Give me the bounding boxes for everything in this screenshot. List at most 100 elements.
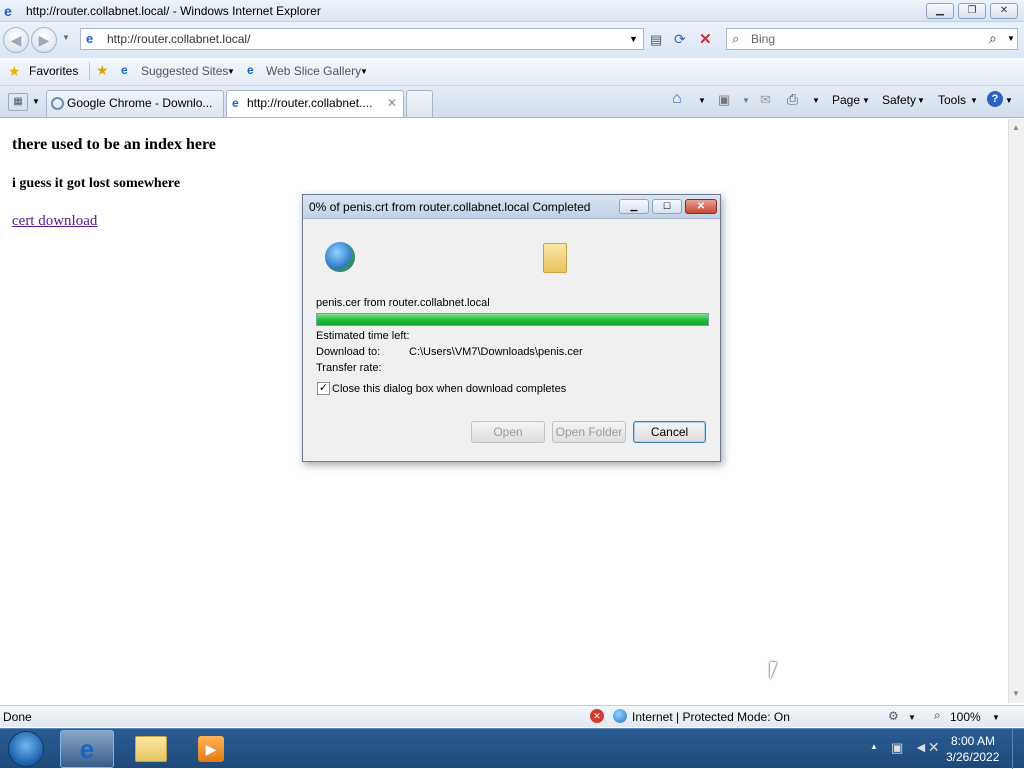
minimize-button[interactable]: ▁ [926,3,954,19]
clock-time[interactable]: 8:00 AM [951,734,995,748]
stop-icon[interactable]: ✕ [699,30,712,48]
search-box[interactable]: ⌕ Bing ⌕ ▼ [726,28,1018,50]
address-dropdown-icon[interactable]: ▼ [629,34,638,44]
restore-button[interactable]: ❐ [958,3,986,19]
refresh-icon[interactable]: ⟳ [674,31,686,48]
scroll-down-icon[interactable]: ▼ [1012,689,1020,698]
forward-button[interactable]: ▶ [31,27,57,53]
progress-fill [317,314,708,325]
page-heading: there used to be an index here [12,136,216,153]
download-source: penis.cer from router.collabnet.local [316,297,490,309]
navigation-bar: ◀ ▶ ▼ e http://router.collabnet.local/ ▼… [0,22,1024,58]
close-tab-icon[interactable]: ✕ [387,91,397,115]
close-when-complete-label: Close this dialog box when download comp… [332,383,567,395]
chevron-down-icon[interactable]: ▼ [227,67,235,76]
safety-menu[interactable]: Safety [882,93,916,107]
taskbar: e ▶ ▲ ▣ ◄✕ 8:00 AM 3/26/2022 [0,728,1024,769]
start-button[interactable] [8,731,44,767]
dialog-maximize-button[interactable]: ☐ [652,199,682,214]
show-hidden-icons-icon[interactable]: ▲ [870,742,878,751]
cert-download-link[interactable]: cert download [12,213,97,230]
clock-date[interactable]: 3/26/2022 [946,750,999,764]
dialog-title: 0% of penis.crt from router.collabnet.lo… [309,200,591,214]
chevron-down-icon: ▼ [917,96,925,105]
dialog-minimize-button[interactable]: ▁ [619,199,649,214]
address-input[interactable]: http://router.collabnet.local/ [107,32,250,46]
chevron-down-icon[interactable]: ▼ [908,713,916,722]
search-input[interactable]: Bing [751,32,775,46]
divider [89,62,90,80]
add-to-favorites-icon[interactable]: ★ [96,62,109,79]
favorites-button[interactable]: Favorites [29,64,78,78]
open-folder-button[interactable]: Open Folder [552,421,626,443]
taskbar-media-player-icon[interactable]: ▶ [198,736,224,762]
download-dialog: 0% of penis.crt from router.collabnet.lo… [302,194,721,462]
ie-logo-icon: e [4,3,12,19]
print-icon[interactable]: ⎙ [787,91,798,108]
chevron-down-icon: ▼ [970,96,978,105]
window-titlebar: e http://router.collabnet.local/ - Windo… [0,0,1024,22]
status-bar: Done ✕ Internet | Protected Mode: On ⚙ ▼… [0,705,1024,727]
volume-muted-icon[interactable]: ◄✕ [914,739,940,756]
feeds-icon[interactable]: ▣ [718,92,730,108]
search-icon[interactable]: ⌕ [989,30,997,47]
mouse-cursor-icon [770,662,784,680]
help-dropdown-icon[interactable]: ▼ [1005,96,1013,105]
cancel-button[interactable]: Cancel [633,421,706,443]
zoom-dropdown-icon[interactable]: ▼ [992,713,1000,722]
status-text: Done [3,710,32,724]
tab-list-dropdown-icon[interactable]: ▼ [32,97,40,106]
back-button[interactable]: ◀ [3,27,29,53]
search-provider-icon: ⌕ [732,31,740,46]
open-button[interactable]: Open [471,421,545,443]
search-options-icon[interactable]: ▼ [1007,34,1015,43]
download-to-label: Download to: [316,346,381,358]
network-icon[interactable]: ▣ [891,740,903,756]
taskbar-explorer-icon[interactable] [135,736,167,762]
transfer-rate-label: Transfer rate: [316,362,382,374]
zoom-level[interactable]: 100% [950,710,981,724]
tab-label: http://router.collabnet.... [247,96,373,110]
tab-google-chrome[interactable]: Google Chrome - Downlo... [46,90,224,117]
show-desktop-button[interactable] [1012,729,1024,769]
tab-label: Google Chrome - Downlo... [67,96,213,110]
zoom-icon: ⌕ [934,708,941,722]
internet-zone-icon [613,709,627,723]
home-icon[interactable]: ⌂ [672,90,682,108]
web-slice-gallery-link[interactable]: Web Slice Gallery [266,64,361,78]
chevron-down-icon: ▼ [862,96,870,105]
tab-router-collabnet[interactable]: e http://router.collabnet.... ✕ [226,90,404,117]
address-bar[interactable]: e http://router.collabnet.local/ ▼ [80,28,644,50]
web-slice-icon: e [247,63,254,77]
taskbar-ie-icon[interactable]: e [60,730,114,768]
read-mail-icon[interactable]: ✉ [760,92,771,108]
tools-menu[interactable]: Tools [938,93,966,107]
dialog-close-button[interactable]: ✕ [685,199,717,214]
globe-icon [325,242,355,272]
folder-icon [543,243,567,273]
download-progress-bar [316,313,709,326]
blocked-content-icon[interactable]: ✕ [590,709,604,723]
compatibility-view-icon[interactable]: ▤ [650,32,662,48]
help-icon[interactable]: ? [987,91,1003,107]
chevron-down-icon[interactable]: ▼ [360,67,368,76]
suggested-sites-link[interactable]: Suggested Sites [141,64,228,78]
page-icon: e [86,31,94,46]
download-to-path: C:\Users\VM7\Downloads\penis.cer [409,346,583,358]
recent-pages-dropdown-icon[interactable]: ▼ [62,33,70,42]
quick-tabs-icon[interactable]: ▦ [8,93,28,111]
scroll-up-icon[interactable]: ▲ [1012,123,1020,132]
security-zone-text[interactable]: Internet | Protected Mode: On [632,710,790,724]
home-dropdown-icon[interactable]: ▼ [698,96,706,105]
feeds-dropdown-icon[interactable]: ▼ [742,96,750,105]
print-dropdown-icon[interactable]: ▼ [812,96,820,105]
page-subheading: i guess it got lost somewhere [12,176,181,191]
vertical-scrollbar[interactable]: ▲ ▼ [1008,119,1024,703]
page-menu[interactable]: Page [832,93,860,107]
close-window-button[interactable]: ✕ [990,3,1018,19]
window-title: http://router.collabnet.local/ - Windows… [26,4,321,18]
close-when-complete-checkbox[interactable]: ✓ [317,382,330,395]
favorites-star-icon: ★ [8,63,21,79]
new-tab-button[interactable] [406,90,433,117]
add-ons-icon[interactable]: ⚙ [888,709,899,723]
